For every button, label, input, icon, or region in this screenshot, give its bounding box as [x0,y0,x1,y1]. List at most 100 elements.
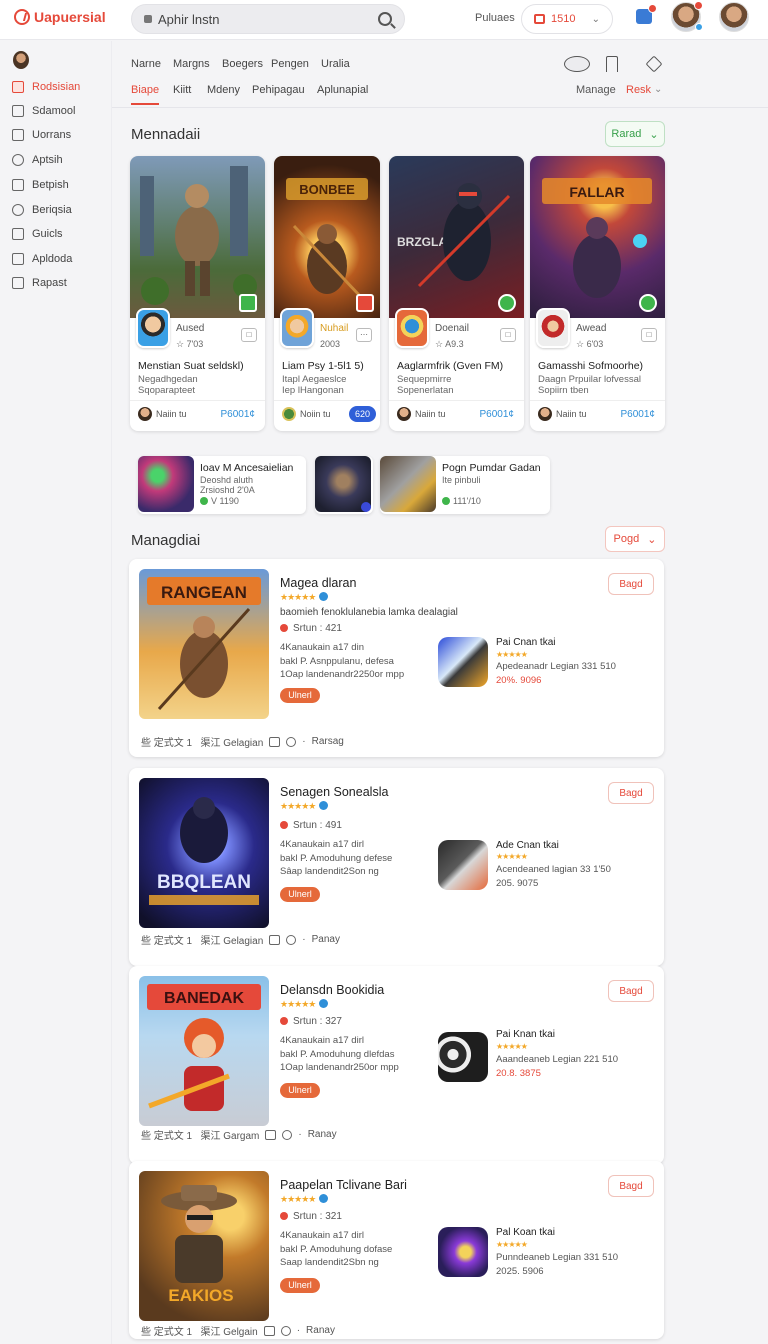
developer-name: Nuhail [320,323,349,334]
avatar[interactable] [671,1,703,32]
nav-item-4[interactable]: Uralia [321,58,350,70]
price[interactable]: P6001¢ [621,409,655,420]
region-select[interactable]: 1510 ⌄ [521,4,613,34]
sidebar-avatar[interactable] [13,51,29,69]
search-icon[interactable] [564,56,590,72]
nav-item-0[interactable]: Narne [131,58,161,70]
search-bar[interactable] [131,4,405,34]
side-button[interactable]: Bagd [608,980,654,1002]
featured-card-0[interactable]: Aused ☆ 7'03 □ Menstian Suat seldskl) Ne… [130,156,265,431]
notification-icon[interactable] [636,4,657,24]
get-button[interactable]: Ulnerl [280,1083,320,1098]
sidebar-item-7[interactable]: Apldoda [12,249,72,269]
tab-2[interactable]: Mdeny [207,84,240,96]
chat-icon[interactable] [263,1325,275,1336]
related-name[interactable]: Ade Cnan tkai [496,840,559,851]
list-item-1[interactable]: BBQLEAN Senagen Sonealsla ★★★★★ Srtun : … [129,768,664,966]
get-button[interactable]: Ulnerl [280,688,320,703]
list-filter[interactable]: Pogd ⌄ [605,526,665,552]
item-title[interactable]: Paapelan Tclivane Bari [280,1178,407,1192]
comment-icon[interactable] [280,1325,291,1336]
item-title[interactable]: Delansdn Bookidia [280,983,384,997]
app-meta: 2003 [320,339,341,349]
related-app-icon[interactable] [438,637,488,687]
author-avatar [138,407,152,421]
body-line: 1Oap landenandr250or mpp [280,1062,399,1073]
comment-icon[interactable] [286,736,297,747]
comment-icon[interactable] [282,1129,293,1140]
footer-link[interactable]: Rarsag [312,736,344,747]
sidebar-item-4[interactable]: Betpish [12,175,69,195]
sidebar-item-2[interactable]: Uorrans [12,125,71,145]
body-line: bakl P. Amoduhung dlefdas [280,1048,395,1060]
more-icon[interactable]: □ [641,328,657,342]
bookmark-icon[interactable] [606,56,618,72]
price[interactable]: P6001¢ [480,409,514,420]
item-stat: Srtun : 421 [280,623,342,634]
featured-card-1[interactable]: BONBEE Nuhail 2003 ⋯ Liam Psy 1‐5l1 5) I… [274,156,380,431]
search-input[interactable] [158,11,378,27]
chevron-down-icon[interactable]: ⌄ [654,84,662,95]
side-button[interactable]: Bagd [608,573,654,595]
subtitle-line: Iep lHangonan [282,385,344,396]
mini-card-2[interactable]: Pogn Pumdar Gadan Ite pinbuli 111'/10 [380,456,550,514]
play-badge-icon [361,502,371,512]
featured-card-2[interactable]: BRZGLA Doenail ☆ A9.3 □ Aaglarmfrik (Gve… [389,156,524,431]
more-icon[interactable]: □ [500,328,516,342]
related-name[interactable]: Pai Cnan tkai [496,637,555,648]
chat-icon[interactable] [269,934,281,945]
nav-item-1[interactable]: Margns [173,58,210,70]
sidebar-item-1[interactable]: Sdamool [12,101,75,121]
app-icon [280,308,314,348]
related-name[interactable]: Pal Koan tkai [496,1227,555,1238]
related-app-icon[interactable] [438,1032,488,1082]
featured-filter[interactable]: Rarad ⌄ [605,121,665,147]
get-button[interactable]: Ulnerl [280,1278,320,1293]
chat-icon[interactable] [269,736,281,747]
related-app-icon[interactable] [438,840,488,890]
mini-stat: V 1190 [200,496,239,506]
tab-0[interactable]: Biape [131,84,159,96]
price[interactable]: P6001¢ [221,409,255,420]
sidebar-item-0[interactable]: Rodsisian [12,77,80,97]
more-icon[interactable]: ⋯ [356,328,372,342]
list-item-0[interactable]: RANGEAN Magea dlaran ★★★★★ baomieh fenok… [129,559,664,757]
list-item-2[interactable]: BANEDAK Delansdn Bookidia ★★★★★ Srtun : … [129,966,664,1164]
mini-card-1[interactable] [315,456,373,514]
side-button[interactable]: Bagd [608,782,654,804]
related-name[interactable]: Pai Knan tkai [496,1029,555,1040]
clock-icon [12,154,24,166]
related-app-icon[interactable] [438,1227,488,1277]
more-icon[interactable]: □ [241,328,257,342]
item-title[interactable]: Magea dlaran [280,576,356,590]
side-button[interactable]: Bagd [608,1175,654,1197]
price[interactable]: 620 [348,406,376,422]
rating-stars: ★★★★★ [280,1194,316,1204]
mini-card-0[interactable]: Ioav M Ancesaielian Deoshd aluth Zrsioshd… [138,456,306,514]
share-icon[interactable] [645,55,663,73]
tab-1[interactable]: Kiitt [173,84,191,96]
comment-icon[interactable] [286,934,297,945]
search-icon[interactable] [378,12,392,26]
list-item-3[interactable]: EAKIOS Paapelan Tclivane Bari ★★★★★ Srtu… [129,1161,664,1339]
user-avatar[interactable] [719,2,749,32]
app-logo[interactable]: Uapuersial [14,9,106,25]
featured-card-3[interactable]: FALLAR Awead ☆ 6'03 □ Gamasshi Sofmoorhe… [530,156,665,431]
item-title[interactable]: Senagen Sonealsla [280,785,388,799]
game-thumbnail [138,456,194,512]
rank-link[interactable]: Resk [626,84,651,96]
chat-icon[interactable] [265,1129,277,1140]
nav-item-2[interactable]: Boegers [222,58,263,70]
nav-item-3[interactable]: Pengen [271,58,309,70]
footer-link[interactable]: Panay [312,934,340,945]
sidebar-item-5[interactable]: Beriqsia [12,200,72,220]
footer-link[interactable]: Ranay [306,1325,335,1336]
sidebar-item-8[interactable]: Rapast [12,273,67,293]
tab-4[interactable]: Aplunapial [317,84,368,96]
tab-3[interactable]: Pehipagau [252,84,305,96]
sidebar-item-3[interactable]: Aptsih [12,150,63,170]
get-button[interactable]: Ulnerl [280,887,320,902]
sidebar-item-6[interactable]: Guicls [12,224,63,244]
manage-link[interactable]: Manage [576,84,616,96]
footer-link[interactable]: Ranay [308,1129,337,1140]
